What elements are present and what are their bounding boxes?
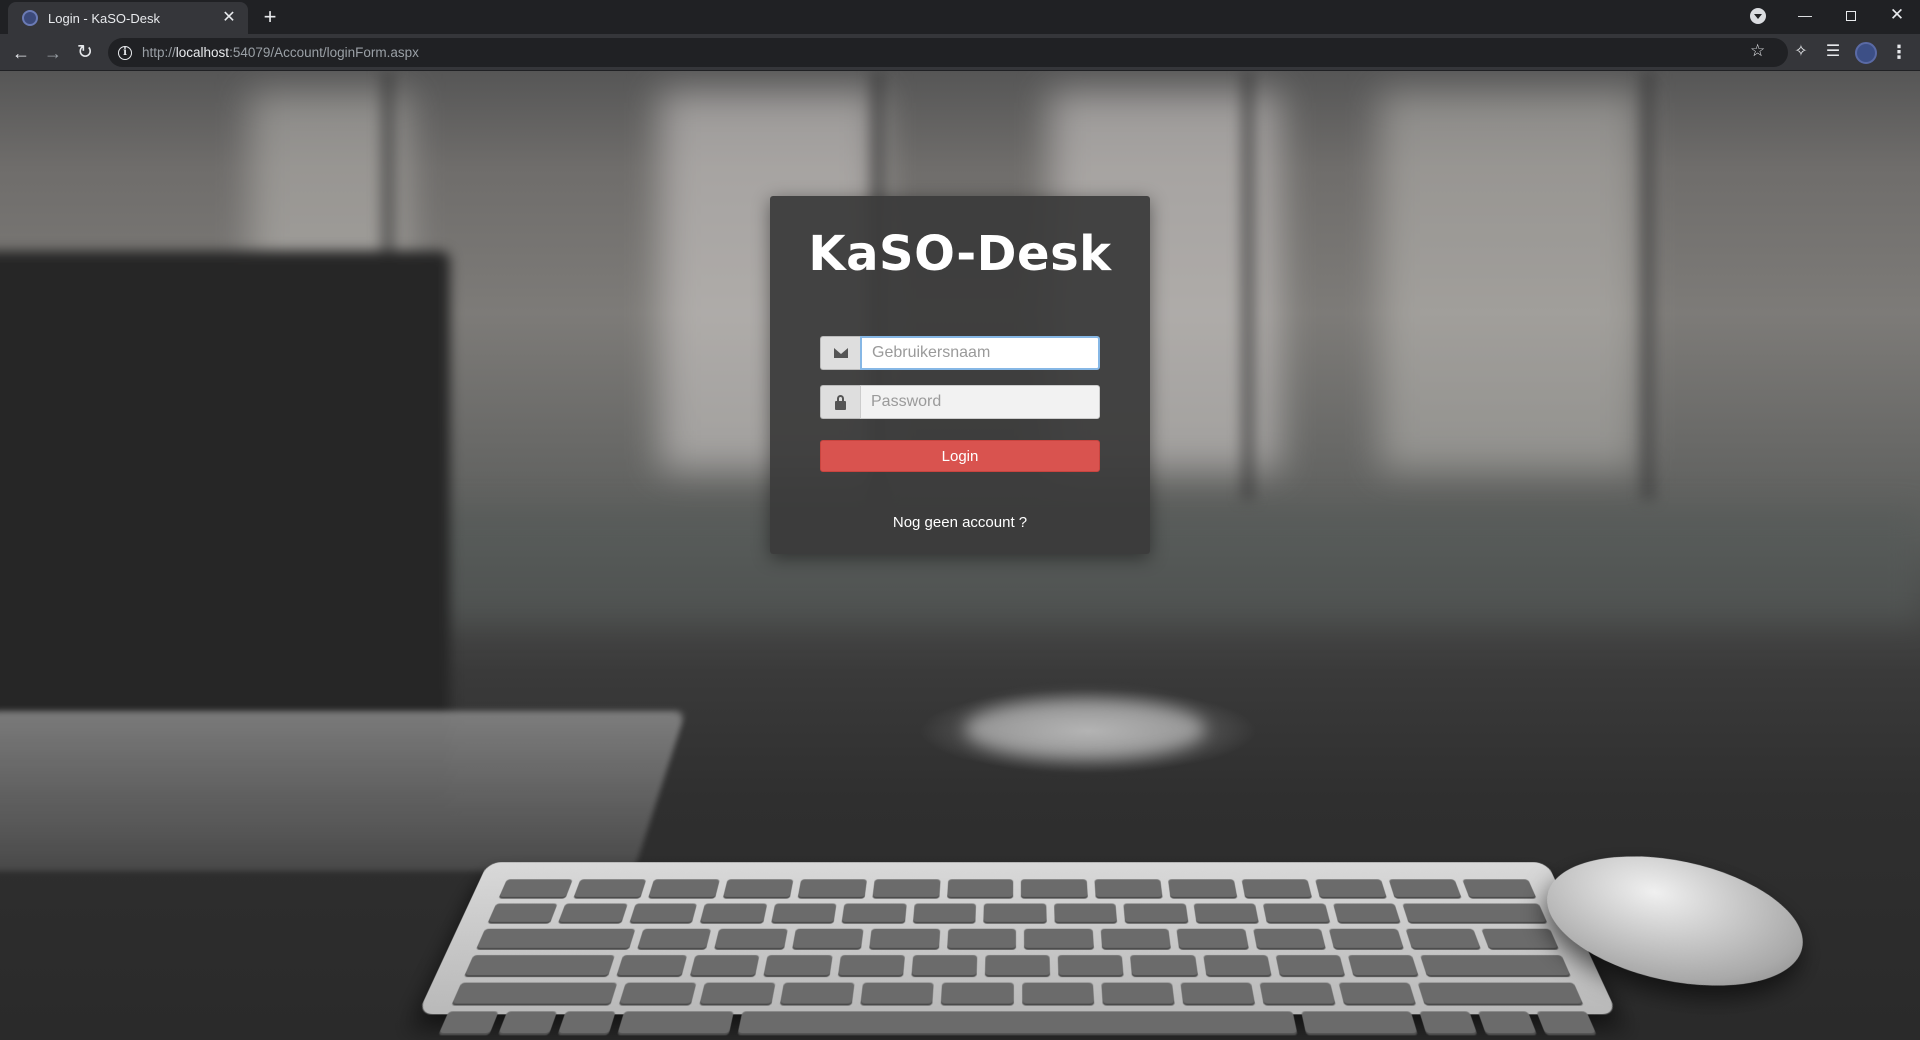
username-field-group <box>820 336 1100 370</box>
username-input[interactable] <box>860 336 1100 370</box>
new-tab-button[interactable]: + <box>258 6 282 30</box>
lock-icon <box>820 385 860 419</box>
url-path: :54079/Account/loginForm.aspx <box>229 45 419 60</box>
password-input[interactable] <box>860 385 1100 419</box>
favicon-icon <box>22 10 38 26</box>
background-window-frame <box>1240 71 1256 501</box>
browser-tab-bar: Login - KaSO-Desk ✕ + — ✕ <box>0 0 1920 34</box>
info-icon[interactable]: i <box>118 45 132 60</box>
background-keyboard <box>417 862 1618 1036</box>
tab-close-icon[interactable]: ✕ <box>220 9 238 27</box>
background-laptop-base <box>0 711 686 871</box>
background-window-light <box>1380 91 1640 471</box>
reload-icon[interactable]: ↻ <box>72 40 98 66</box>
login-card: KaSO-Desk Login Nog geen account ? <box>770 196 1150 554</box>
register-link[interactable]: Nog geen account ? <box>770 514 1150 531</box>
address-bar[interactable]: i http://localhost:54079/Account/loginFo… <box>108 38 1788 67</box>
page-background: KaSO-Desk Login Nog geen account ? <box>0 71 1920 1040</box>
browser-toolbar: ← → ↻ i http://localhost:54079/Account/l… <box>0 34 1920 71</box>
tab-search-icon[interactable] <box>1750 8 1766 24</box>
envelope-icon <box>820 336 860 370</box>
background-bowl <box>965 699 1205 759</box>
brand-title: KaSO-Desk <box>808 226 1112 282</box>
url-scheme: http:// <box>142 45 176 60</box>
kebab-menu-icon[interactable]: ⋮ <box>1890 41 1908 63</box>
profile-avatar[interactable] <box>1855 42 1877 64</box>
star-icon[interactable]: ☆ <box>1750 41 1765 61</box>
puzzle-icon[interactable]: ✧ <box>1790 41 1812 63</box>
back-arrow-icon[interactable]: ← <box>8 40 34 66</box>
url-host: localhost <box>175 45 230 60</box>
password-field-group <box>820 385 1100 419</box>
window-close-button[interactable]: ✕ <box>1874 0 1920 30</box>
tab-title: Login - KaSO-Desk <box>48 10 160 26</box>
window-restore-button[interactable] <box>1828 0 1874 30</box>
forward-arrow-icon[interactable]: → <box>40 40 66 66</box>
login-button[interactable]: Login <box>820 440 1100 472</box>
media-queue-icon[interactable]: ☰ <box>1822 41 1844 63</box>
window-minimize-button[interactable]: — <box>1782 0 1828 30</box>
browser-tab-active[interactable]: Login - KaSO-Desk ✕ <box>8 2 248 34</box>
url-text: http://localhost:54079/Account/loginForm… <box>142 45 419 60</box>
background-window-frame <box>1640 71 1656 501</box>
